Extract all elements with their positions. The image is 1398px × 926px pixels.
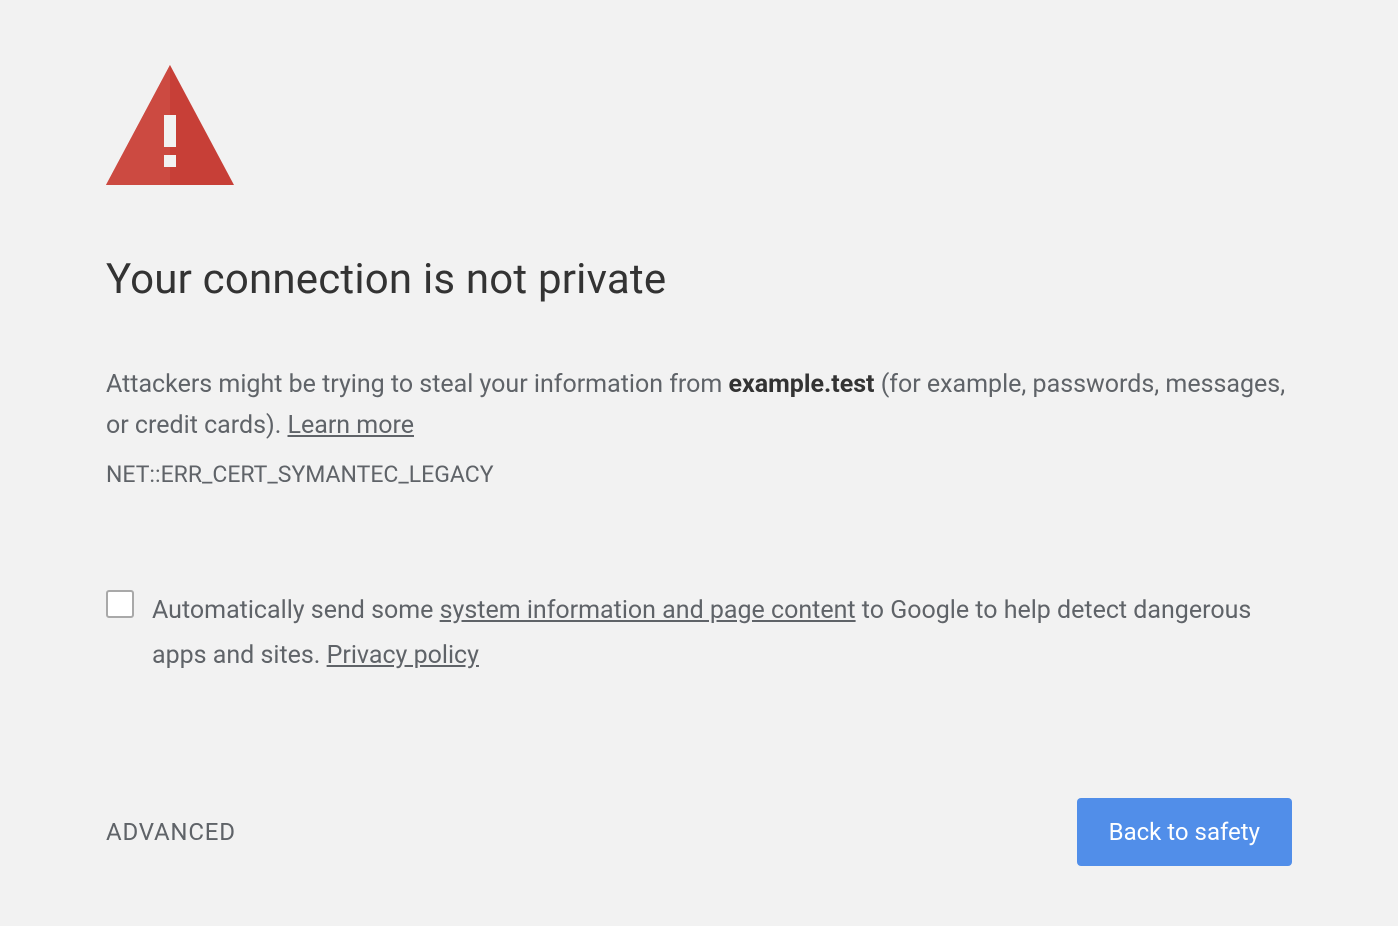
- button-row: ADVANCED Back to safety: [106, 798, 1292, 866]
- report-row: Automatically send some system informati…: [106, 588, 1292, 678]
- advanced-button[interactable]: ADVANCED: [106, 818, 236, 846]
- warning-description: Attackers might be trying to steal your …: [106, 364, 1292, 447]
- learn-more-link[interactable]: Learn more: [288, 411, 414, 440]
- error-page: Your connection is not private Attackers…: [0, 0, 1398, 926]
- desc-domain: example.test: [729, 370, 875, 399]
- report-prefix: Automatically send some: [152, 596, 440, 625]
- report-text: Automatically send some system informati…: [152, 588, 1292, 678]
- back-to-safety-button[interactable]: Back to safety: [1077, 798, 1292, 866]
- privacy-policy-link[interactable]: Privacy policy: [327, 641, 479, 670]
- error-code: NET::ERR_CERT_SYMANTEC_LEGACY: [106, 461, 1292, 488]
- system-info-link[interactable]: system information and page content: [440, 596, 856, 625]
- desc-prefix: Attackers might be trying to steal your …: [106, 370, 729, 399]
- report-checkbox[interactable]: [106, 590, 134, 618]
- page-title: Your connection is not private: [106, 255, 1292, 304]
- warning-triangle-icon: [106, 65, 234, 185]
